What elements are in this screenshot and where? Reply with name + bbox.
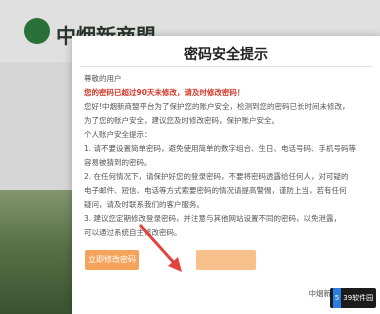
watermark-text: 39软件园 (343, 294, 374, 302)
annotation-arrow-icon (138, 223, 182, 272)
site-watermark: 5 39软件园 (330, 288, 376, 308)
watermark-badge: 5 (332, 288, 342, 308)
